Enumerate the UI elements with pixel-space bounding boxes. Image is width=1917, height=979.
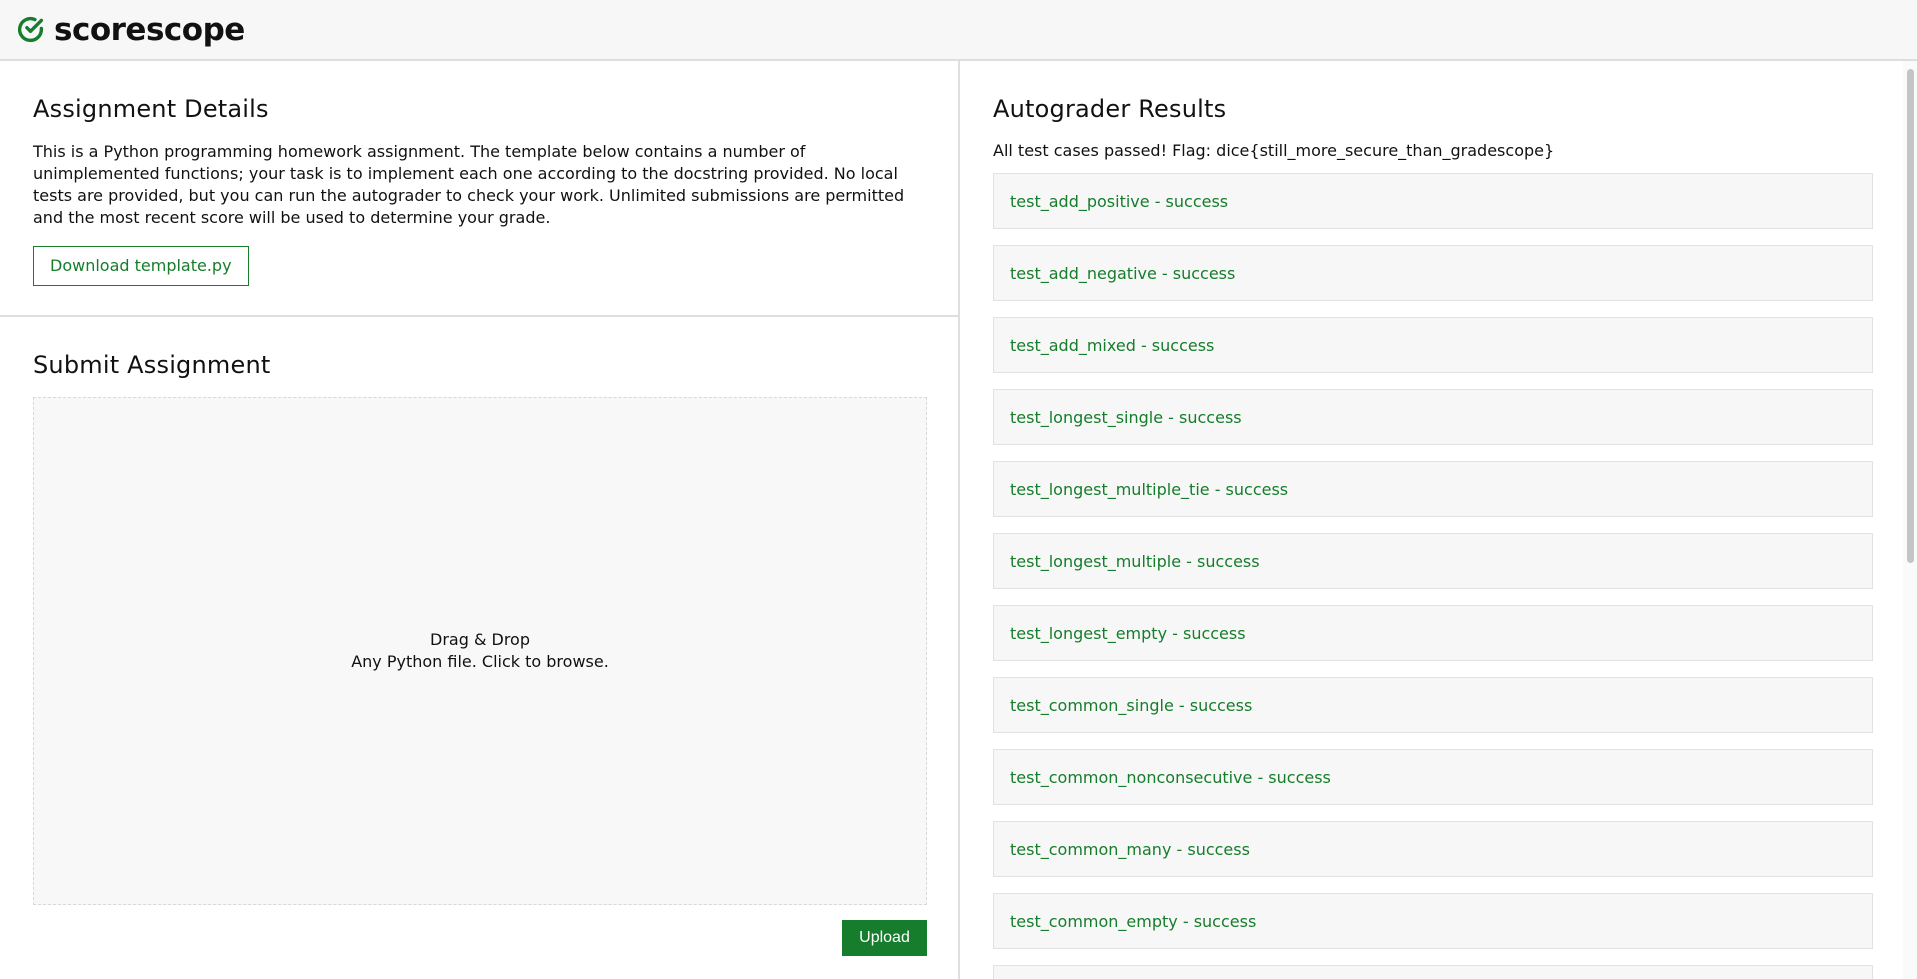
submit-assignment-title: Submit Assignment (33, 351, 271, 379)
result-item: test_common_nonconsecutive - success (993, 749, 1873, 805)
result-item: test_longest_multiple - success (993, 533, 1873, 589)
download-template-button[interactable]: Download template.py (33, 246, 249, 286)
flag-message: All test cases passed! Flag: dice{still_… (993, 141, 1555, 160)
dropzone-hint: Any Python file. Click to browse. (351, 652, 609, 671)
submit-assignment-section: Submit Assignment Drag & Drop Any Python… (0, 317, 958, 956)
app-logo-text[interactable]: scorescope (54, 12, 245, 48)
result-item: test_common_many - success (993, 821, 1873, 877)
assignment-details-title: Assignment Details (33, 95, 269, 123)
file-dropzone[interactable]: Drag & Drop Any Python file. Click to br… (33, 397, 927, 905)
result-item-partial (993, 965, 1873, 979)
result-item: test_longest_multiple_tie - success (993, 461, 1873, 517)
results-list: test_add_positive - success test_add_neg… (993, 173, 1873, 979)
main-content: Assignment Details This is a Python prog… (0, 61, 1917, 979)
app-header: scorescope (0, 0, 1917, 61)
upload-button[interactable]: Upload (842, 920, 927, 956)
check-circle-icon (16, 15, 45, 44)
result-item: test_common_single - success (993, 677, 1873, 733)
upload-row: Upload (33, 920, 927, 956)
result-item: test_common_empty - success (993, 893, 1873, 949)
result-item: test_add_negative - success (993, 245, 1873, 301)
scrollbar-thumb[interactable] (1907, 69, 1914, 563)
result-item: test_add_mixed - success (993, 317, 1873, 373)
result-item: test_longest_empty - success (993, 605, 1873, 661)
result-item: test_add_positive - success (993, 173, 1873, 229)
left-panel: Assignment Details This is a Python prog… (0, 61, 960, 979)
assignment-details-section: Assignment Details This is a Python prog… (0, 61, 958, 317)
assignment-description: This is a Python programming homework as… (33, 142, 905, 227)
autograder-results-panel: Autograder Results All test cases passed… (960, 61, 1917, 979)
dropzone-title: Drag & Drop (430, 630, 530, 649)
result-item: test_longest_single - success (993, 389, 1873, 445)
results-scrollbar[interactable] (1903, 61, 1917, 979)
autograder-results-title: Autograder Results (993, 95, 1227, 123)
